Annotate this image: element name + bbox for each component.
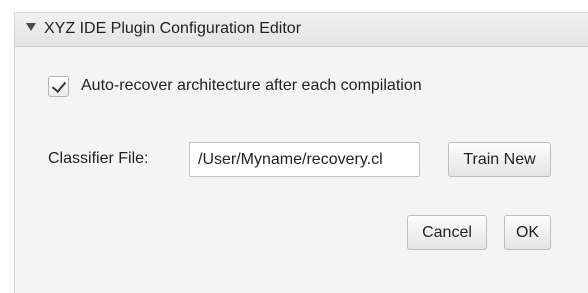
classifier-file-label: Classifier File: [48, 150, 149, 167]
auto-recover-checkbox[interactable] [48, 76, 69, 97]
cancel-button[interactable]: Cancel [407, 215, 487, 250]
collapse-triangle-icon[interactable] [26, 23, 36, 31]
ok-button[interactable]: OK [504, 215, 551, 250]
titlebar[interactable]: XYZ IDE Plugin Configuration Editor [15, 13, 588, 47]
auto-recover-label[interactable]: Auto-recover architecture after each com… [81, 77, 422, 95]
classifier-file-input[interactable] [189, 142, 420, 177]
train-new-button[interactable]: Train New [448, 142, 551, 177]
window-title: XYZ IDE Plugin Configuration Editor [44, 20, 302, 37]
checkmark-icon [51, 77, 67, 94]
